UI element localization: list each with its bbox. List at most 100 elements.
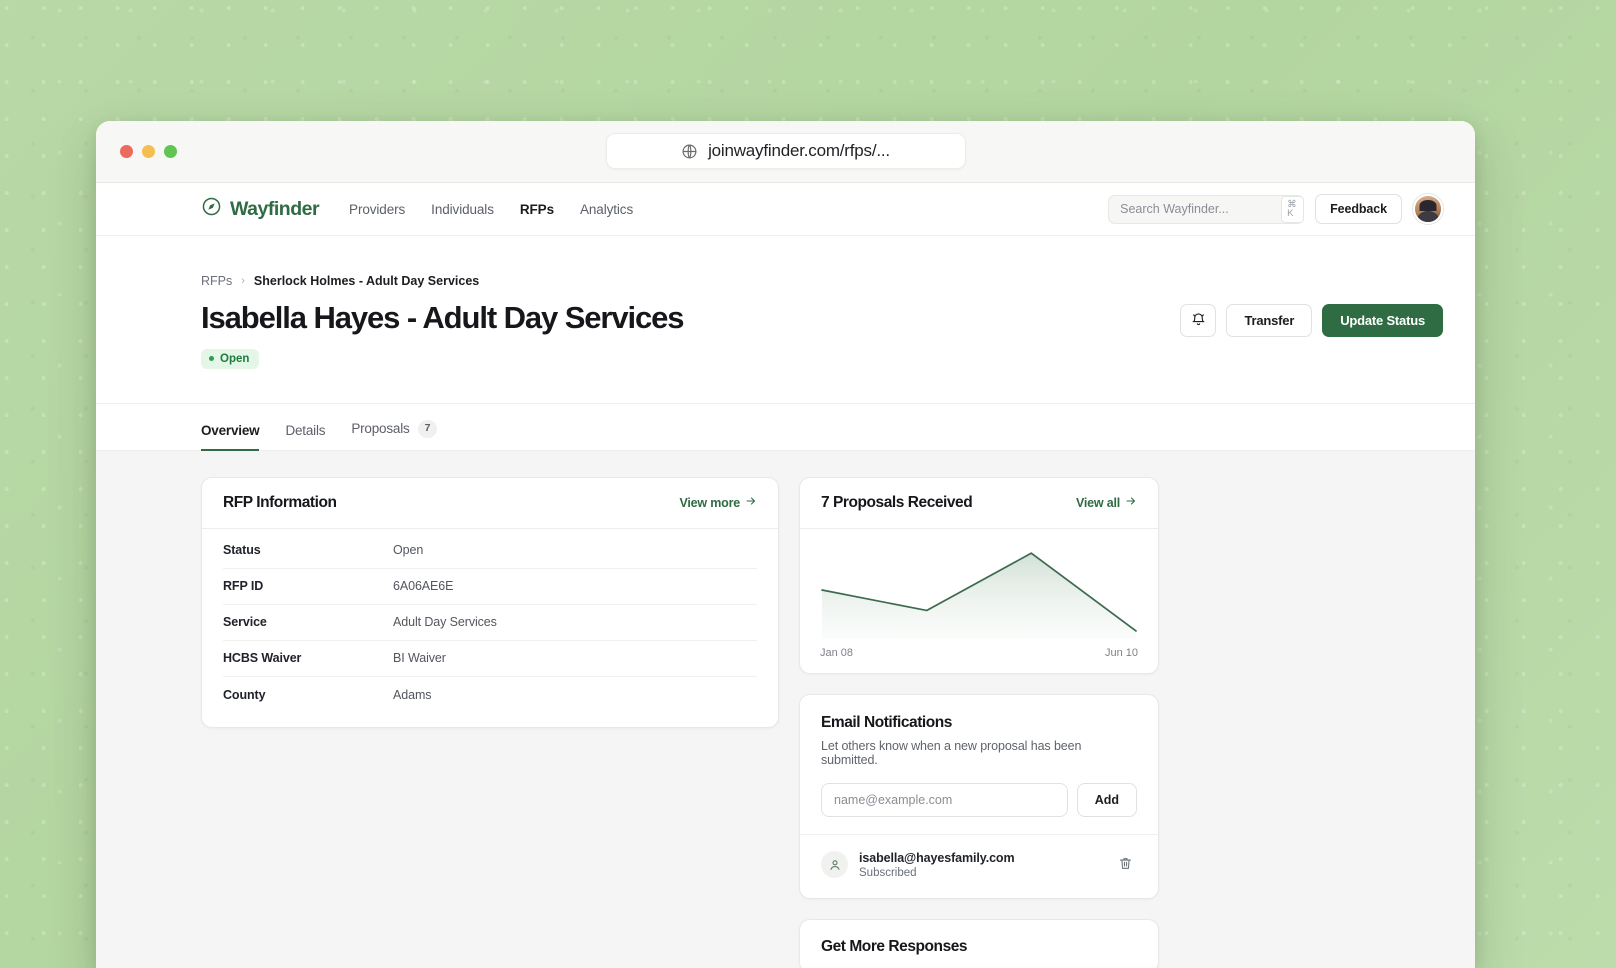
close-window-button[interactable] <box>120 145 133 158</box>
globe-icon <box>681 143 698 160</box>
window-traffic-lights <box>120 145 177 158</box>
row-label-hcbs-waiver: HCBS Waiver <box>223 651 393 665</box>
get-more-responses-title: Get More Responses <box>821 938 967 955</box>
nav-item-individuals[interactable]: Individuals <box>431 202 494 217</box>
proposals-card-title: 7 Proposals Received <box>821 494 972 512</box>
email-input[interactable] <box>821 783 1068 817</box>
tab-details-label: Details <box>285 423 325 438</box>
rfp-information-card: RFP Information View more Status Open <box>201 477 779 728</box>
nav-item-providers[interactable]: Providers <box>349 202 405 217</box>
chart-svg <box>818 541 1140 639</box>
breadcrumb: RFPs › Sherlock Holmes - Adult Day Servi… <box>201 274 1443 288</box>
user-icon <box>821 851 848 878</box>
bell-icon <box>1191 312 1206 330</box>
tab-proposals-count: 7 <box>418 420 438 438</box>
rfp-information-view-more-link[interactable]: View more <box>680 495 758 510</box>
chart-x-axis: Jan 08 Jun 10 <box>818 639 1140 659</box>
arrow-right-icon <box>745 495 757 510</box>
subscriber-email: isabella@hayesfamily.com <box>859 851 1014 865</box>
browser-titlebar: joinwayfinder.com/rfps/... <box>96 121 1475 183</box>
compass-icon <box>201 196 222 222</box>
tab-overview[interactable]: Overview <box>201 423 259 451</box>
search-input[interactable] <box>1120 202 1281 216</box>
primary-nav: Providers Individuals RFPs Analytics <box>349 202 633 217</box>
subscriber-state: Subscribed <box>859 867 1014 879</box>
proposals-chart-body: Jan 08 Jun 10 <box>800 529 1158 673</box>
left-column: RFP Information View more Status Open <box>201 477 779 728</box>
row-label-county: County <box>223 688 393 702</box>
tab-details[interactable]: Details <box>285 423 325 451</box>
minimize-window-button[interactable] <box>142 145 155 158</box>
email-add-form: Add <box>821 783 1137 817</box>
rfp-information-title: RFP Information <box>223 494 337 512</box>
proposals-card-header: 7 Proposals Received View all <box>800 478 1158 529</box>
proposals-received-card: 7 Proposals Received View all <box>799 477 1159 674</box>
user-avatar[interactable] <box>1413 194 1443 224</box>
table-row: RFP ID 6A06AE6E <box>223 569 757 605</box>
trash-icon <box>1118 859 1133 874</box>
subscriber-text: isabella@hayesfamily.com Subscribed <box>859 851 1014 879</box>
nav-item-analytics[interactable]: Analytics <box>580 202 633 217</box>
maximize-window-button[interactable] <box>164 145 177 158</box>
page-header: RFPs › Sherlock Holmes - Adult Day Servi… <box>96 236 1475 404</box>
delete-subscriber-button[interactable] <box>1114 852 1137 878</box>
rfp-information-header: RFP Information View more <box>202 478 778 529</box>
address-bar-url: joinwayfinder.com/rfps/... <box>708 141 890 161</box>
update-status-button[interactable]: Update Status <box>1322 304 1443 337</box>
row-value-county: Adams <box>393 688 431 702</box>
page-content: RFP Information View more Status Open <box>96 451 1475 968</box>
view-all-label: View all <box>1076 496 1120 510</box>
breadcrumb-item-rfps[interactable]: RFPs <box>201 274 232 288</box>
email-notifications-subtitle: Let others know when a new proposal has … <box>821 739 1137 767</box>
status-badge-label: Open <box>220 353 249 365</box>
email-notifications-body: Email Notifications Let others know when… <box>800 695 1158 898</box>
row-label-rfp-id: RFP ID <box>223 579 393 593</box>
feedback-button[interactable]: Feedback <box>1315 194 1402 224</box>
row-label-service: Service <box>223 615 393 629</box>
row-value-status: Open <box>393 543 423 557</box>
row-label-status: Status <box>223 543 393 557</box>
browser-window: joinwayfinder.com/rfps/... Wayfinder Pro… <box>96 121 1475 968</box>
view-more-label: View more <box>680 496 741 510</box>
table-row: HCBS Waiver BI Waiver <box>223 641 757 677</box>
address-bar[interactable]: joinwayfinder.com/rfps/... <box>606 133 966 169</box>
proposals-view-all-link[interactable]: View all <box>1076 495 1137 510</box>
row-value-rfp-id: 6A06AE6E <box>393 579 453 593</box>
chart-x-label-start: Jan 08 <box>820 647 853 659</box>
page-title: Isabella Hayes - Adult Day Services <box>201 300 683 336</box>
tab-overview-label: Overview <box>201 423 259 438</box>
app-navbar: Wayfinder Providers Individuals RFPs Ana… <box>96 183 1475 236</box>
tab-proposals-label: Proposals <box>351 421 409 436</box>
table-row: Service Adult Day Services <box>223 605 757 641</box>
chart-x-label-end: Jun 10 <box>1105 647 1138 659</box>
brand-name: Wayfinder <box>230 198 319 221</box>
rfp-information-table: Status Open RFP ID 6A06AE6E Service Adul… <box>202 529 778 727</box>
brand-logo[interactable]: Wayfinder <box>201 196 319 222</box>
list-item: isabella@hayesfamily.com Subscribed <box>821 835 1137 879</box>
notification-bell-button[interactable] <box>1180 304 1216 337</box>
status-badge: Open <box>201 349 259 369</box>
row-value-service: Adult Day Services <box>393 615 497 629</box>
tab-proposals[interactable]: Proposals 7 <box>351 420 437 451</box>
right-column: 7 Proposals Received View all <box>799 477 1159 968</box>
email-notifications-title: Email Notifications <box>821 714 1137 732</box>
status-dot-icon <box>209 356 214 361</box>
nav-item-rfps[interactable]: RFPs <box>520 202 554 217</box>
global-search[interactable]: ⌘ K <box>1108 195 1304 224</box>
table-row: Status Open <box>223 533 757 569</box>
row-value-hcbs-waiver: BI Waiver <box>393 651 446 665</box>
title-block: Isabella Hayes - Adult Day Services Open <box>201 300 683 369</box>
get-more-responses-header: Get More Responses <box>800 920 1158 968</box>
add-email-button[interactable]: Add <box>1077 783 1137 817</box>
transfer-button[interactable]: Transfer <box>1226 304 1312 337</box>
navbar-right-cluster: ⌘ K Feedback <box>1108 194 1443 224</box>
arrow-right-icon <box>1125 495 1137 510</box>
get-more-responses-card: Get More Responses <box>799 919 1159 968</box>
search-shortcut-badge: ⌘ K <box>1281 196 1304 223</box>
table-row: County Adams <box>223 677 757 713</box>
header-actions: Transfer Update Status <box>1180 300 1443 337</box>
breadcrumb-current: Sherlock Holmes - Adult Day Services <box>254 274 479 288</box>
email-notifications-card: Email Notifications Let others know when… <box>799 694 1159 899</box>
proposals-area-chart <box>818 541 1140 639</box>
title-row: Isabella Hayes - Adult Day Services Open <box>201 300 1443 369</box>
